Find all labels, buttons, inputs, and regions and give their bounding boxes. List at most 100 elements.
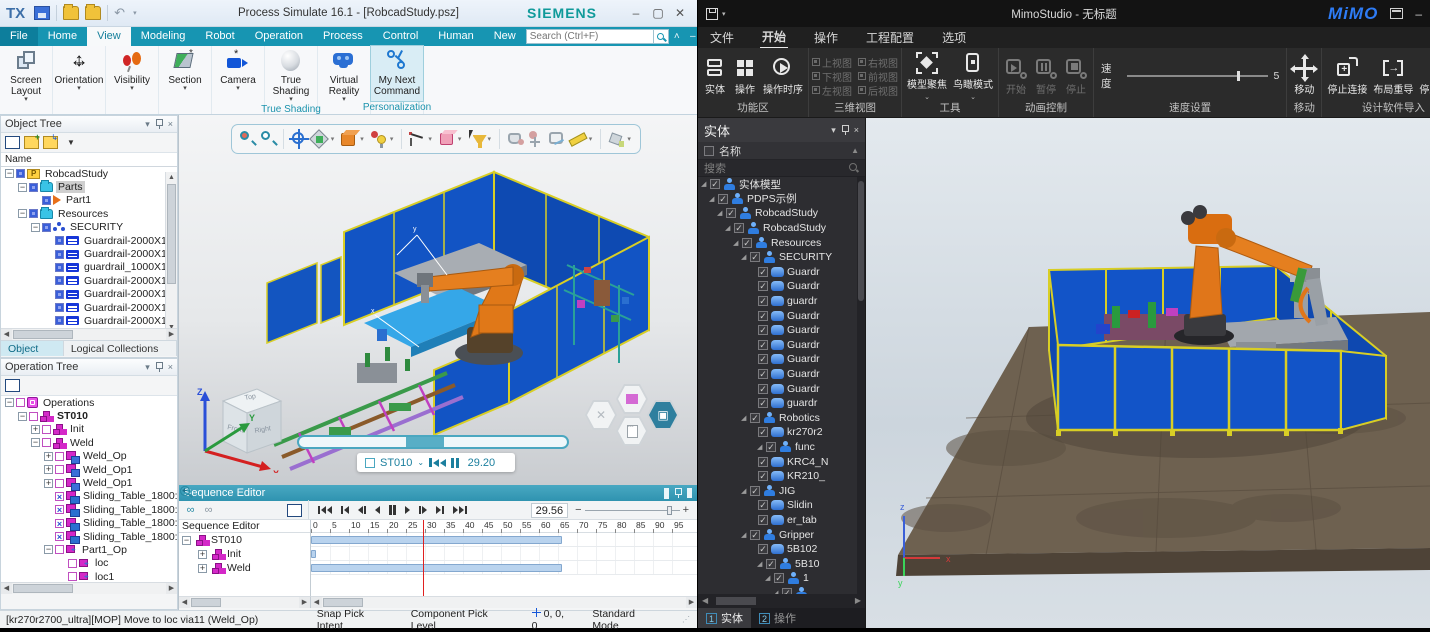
operation-checkbox[interactable]: [55, 465, 64, 474]
entity-checkbox[interactable]: ✓: [758, 457, 768, 467]
tab-file[interactable]: File: [0, 27, 38, 46]
true-shading-button[interactable]: True Shading▾: [265, 46, 317, 103]
entity-checkbox[interactable]: ✓: [758, 471, 768, 481]
step-forward-button[interactable]: [416, 506, 430, 514]
tree-row[interactable]: −Parts: [1, 180, 177, 193]
tree-tab-1[interactable]: Logical Collections Tree: [64, 341, 177, 356]
tree-row[interactable]: +Weld_Op: [1, 450, 177, 463]
close-button[interactable]: ✕: [669, 6, 691, 20]
relocate-icon[interactable]: [526, 129, 545, 149]
timeline-zoom-slider[interactable]: − +: [575, 504, 689, 516]
entity-tree-row[interactable]: ◢✓Resources: [698, 235, 865, 250]
new-collection-icon[interactable]: [24, 136, 39, 149]
search-input[interactable]: [526, 29, 654, 44]
solid-box-icon[interactable]: [437, 129, 456, 149]
operation-checkbox[interactable]: [55, 479, 64, 488]
scroll-up-icon[interactable]: ▲: [166, 172, 177, 183]
gantt-bar[interactable]: [311, 564, 562, 572]
entity-tree-row[interactable]: ◢✓SECURITY: [698, 250, 865, 265]
section-button[interactable]: *Section▾: [159, 46, 211, 101]
expand-icon[interactable]: +: [198, 550, 207, 559]
zoom-out-icon[interactable]: [236, 503, 250, 517]
grid-options-icon[interactable]: [287, 504, 302, 517]
tree-row[interactable]: +Weld_Op1: [1, 476, 177, 489]
dropdown-caret-icon[interactable]: ▾: [360, 135, 367, 143]
player-checkbox[interactable]: [365, 458, 375, 468]
entity-checkbox[interactable]: ✓: [742, 238, 752, 248]
panel-menu-icon[interactable]: ▾: [145, 362, 150, 373]
开始-button[interactable]: 开始: [1002, 57, 1030, 96]
sequence-row-label[interactable]: −ST010: [179, 533, 310, 547]
jump-to-start-button[interactable]: [315, 506, 335, 514]
entity-checkbox[interactable]: ✓: [734, 223, 744, 233]
scroll-right-icon[interactable]: ▶: [299, 597, 310, 608]
sequence-tree[interactable]: Sequence Editor −ST010+Init+Weld: [179, 520, 311, 596]
dropdown-caret-icon[interactable]: ▾: [390, 135, 397, 143]
entity-checkbox[interactable]: ✓: [758, 369, 768, 379]
operation-checkbox[interactable]: [42, 438, 51, 447]
scroll-right-icon[interactable]: ▶: [686, 597, 697, 608]
entity-tree-vscrollbar[interactable]: [857, 177, 865, 594]
停止接收-button[interactable]: ×停止接收: [1417, 57, 1430, 96]
menu-tab-4[interactable]: 选项: [940, 27, 968, 48]
tab-control[interactable]: Control: [373, 27, 428, 46]
step-backward-button[interactable]: [355, 506, 369, 514]
display-checkbox-icon[interactable]: [16, 169, 25, 178]
dropdown-caret-icon[interactable]: ⌄: [970, 93, 976, 101]
tree-row[interactable]: Part1: [1, 194, 177, 207]
tree-row[interactable]: ×Sliding_Table_1800:: [1, 530, 177, 543]
view-filter-icon[interactable]: [5, 136, 20, 149]
tree-row[interactable]: Guardrail-2000X1: [1, 234, 177, 247]
view-button-4[interactable]: 左视图: [812, 83, 852, 97]
停止连接-button[interactable]: +停止连接: [1325, 57, 1369, 96]
player-op-dropdown-icon[interactable]: ⌄: [417, 458, 424, 467]
player-operation[interactable]: ST010: [380, 457, 412, 469]
entity-checkbox[interactable]: ✓: [726, 208, 736, 218]
display-checkbox-icon[interactable]: [55, 236, 64, 245]
pin-icon[interactable]: [156, 119, 163, 129]
操作-button[interactable]: 操作: [731, 57, 759, 96]
jump-to-end-button[interactable]: [450, 506, 470, 514]
tree-row[interactable]: −ST010: [1, 409, 177, 422]
zoom-out-icon[interactable]: [259, 129, 278, 149]
expand-icon[interactable]: −: [182, 536, 191, 545]
operation-tree-hscrollbar[interactable]: ◀ ▶: [1, 582, 177, 594]
operation-checkbox[interactable]: [68, 559, 77, 568]
previous-operation-button[interactable]: [338, 506, 352, 514]
object-tree[interactable]: −RobcadStudy−PartsPart1−Resources−SECURI…: [1, 167, 177, 328]
entity-tree-row[interactable]: ✓Guardr: [698, 367, 865, 382]
tree-row[interactable]: Guardrail-2000X1: [1, 247, 177, 260]
模型聚焦-button[interactable]: 模型聚焦⌄: [905, 52, 949, 101]
ps-3d-viewport[interactable]: yx ▾▾▾▾▾▾▾▾ Top Front Right Z X Y: [178, 115, 697, 485]
dropdown-caret-icon[interactable]: ▾: [77, 86, 81, 92]
expand-icon[interactable]: −: [31, 223, 40, 232]
maximize-button[interactable]: ▢: [647, 6, 669, 20]
search-icon[interactable]: [849, 163, 859, 173]
panel-close-icon[interactable]: ×: [854, 125, 859, 135]
entity-checkbox[interactable]: ✓: [758, 398, 768, 408]
unlink-icon[interactable]: ∞: [201, 503, 216, 518]
tree-row[interactable]: loc1: [1, 570, 177, 582]
tree-row[interactable]: guardrail_1000X1: [1, 261, 177, 274]
tree-row[interactable]: ×Sliding_Table_1800:: [1, 517, 177, 530]
entity-tree-row[interactable]: ✓kr270r2: [698, 425, 865, 440]
next-operation-button[interactable]: [433, 506, 447, 514]
sequence-row-label[interactable]: +Weld: [179, 561, 310, 575]
zoom-in-icon[interactable]: [219, 503, 233, 517]
sketch-icon[interactable]: [547, 129, 566, 149]
display-checkbox-icon[interactable]: [55, 303, 64, 312]
entity-tree-row[interactable]: ✓Guardr: [698, 279, 865, 294]
entity-checkbox[interactable]: ✓: [710, 179, 720, 189]
dropdown-caret-icon[interactable]: ▾: [236, 86, 240, 92]
tab-operation[interactable]: Operation: [245, 27, 313, 46]
visibility-button[interactable]: Visibility▾: [106, 46, 158, 101]
entity-checkbox[interactable]: ✓: [758, 384, 768, 394]
expand-icon[interactable]: −: [5, 169, 14, 178]
resize-grip[interactable]: ⋰: [682, 615, 691, 624]
entity-tree-row[interactable]: ✓KR210_: [698, 469, 865, 484]
layout-window-icon[interactable]: [1390, 8, 1403, 19]
ribbon-collapse-icon[interactable]: ˄: [669, 27, 685, 46]
collection-import-icon[interactable]: [43, 136, 58, 149]
virtual-reality-button[interactable]: Virtual Reality▾: [318, 46, 370, 103]
panel-tab-操作[interactable]: 2操作: [751, 608, 804, 628]
